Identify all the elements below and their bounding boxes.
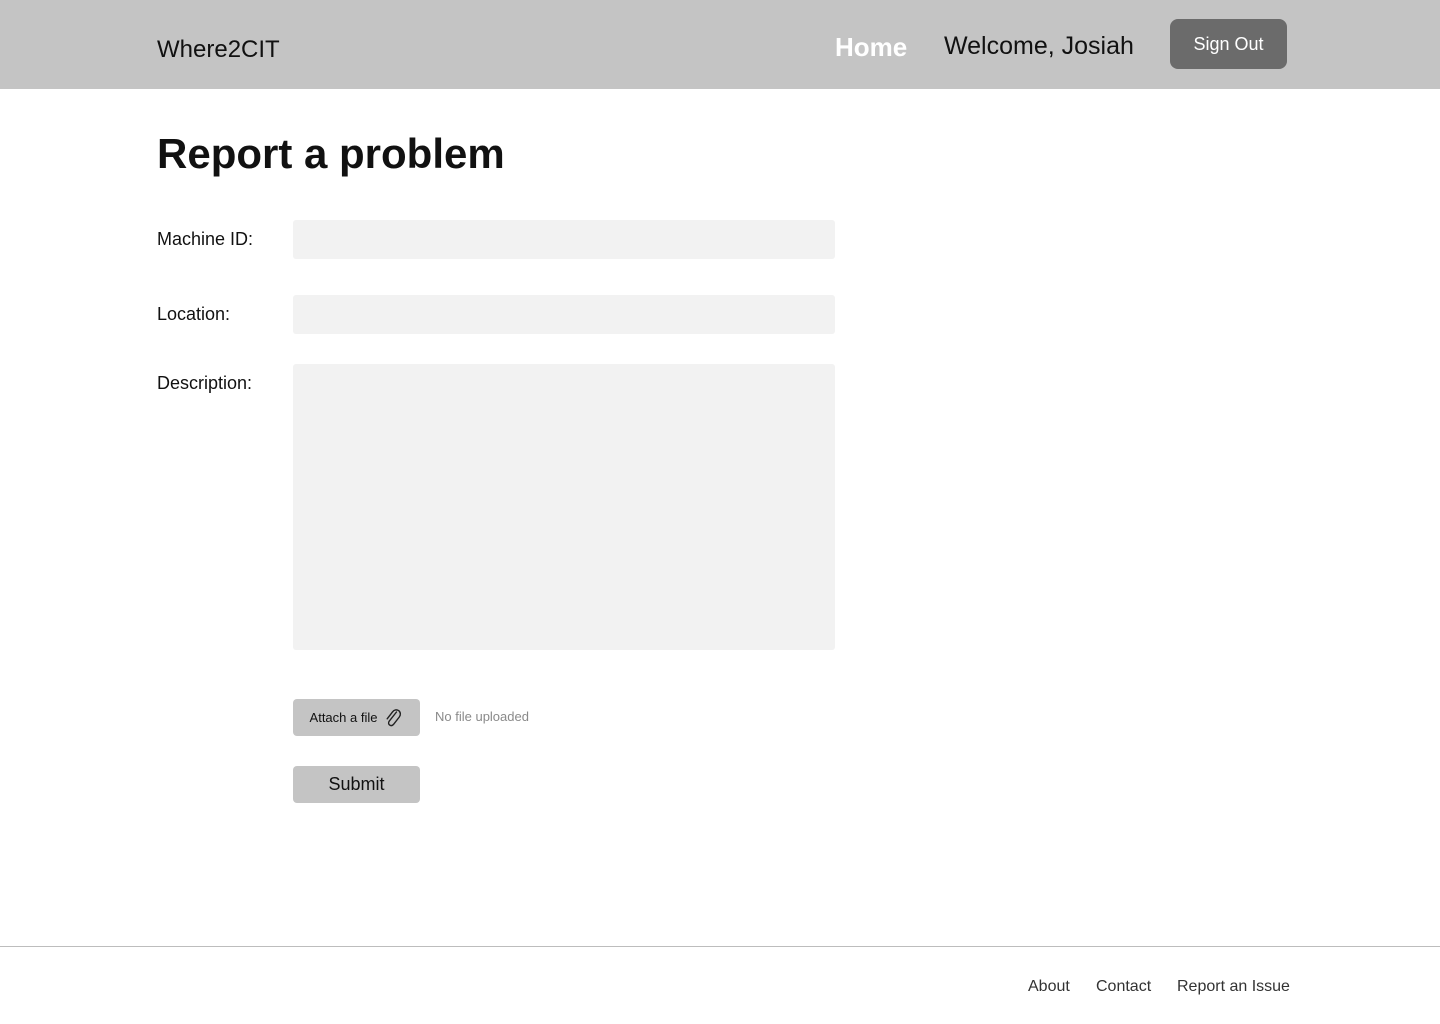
page-title: Report a problem bbox=[157, 130, 505, 177]
attach-file-button[interactable]: Attach a file bbox=[293, 699, 420, 736]
footer-link-report-issue[interactable]: Report an Issue bbox=[1177, 978, 1290, 996]
footer-link-contact[interactable]: Contact bbox=[1096, 978, 1151, 996]
welcome-message: Welcome, Josiah bbox=[944, 32, 1134, 60]
file-upload-status: No file uploaded bbox=[435, 709, 529, 724]
sign-out-button[interactable]: Sign Out bbox=[1170, 19, 1287, 69]
description-textarea[interactable] bbox=[293, 364, 835, 650]
nav-home-link[interactable]: Home bbox=[835, 32, 907, 63]
paperclip-icon bbox=[383, 707, 403, 729]
machine-id-label: Machine ID: bbox=[157, 229, 254, 249]
submit-button[interactable]: Submit bbox=[293, 766, 420, 803]
footer-link-about[interactable]: About bbox=[1028, 978, 1070, 996]
location-input[interactable] bbox=[293, 295, 835, 334]
machine-id-input[interactable] bbox=[293, 220, 835, 259]
top-header: Where2CIT Home Welcome, Josiah Sign Out bbox=[0, 0, 1440, 89]
attach-file-label: Attach a file bbox=[309, 710, 378, 725]
footer: About Contact Report an Issue bbox=[0, 946, 1440, 1024]
page: Where2CIT Home Welcome, Josiah Sign Out … bbox=[0, 0, 1440, 1024]
location-label: Location: bbox=[157, 304, 231, 324]
description-label: Description: bbox=[157, 373, 253, 393]
brand-logo-text[interactable]: Where2CIT bbox=[157, 36, 280, 64]
